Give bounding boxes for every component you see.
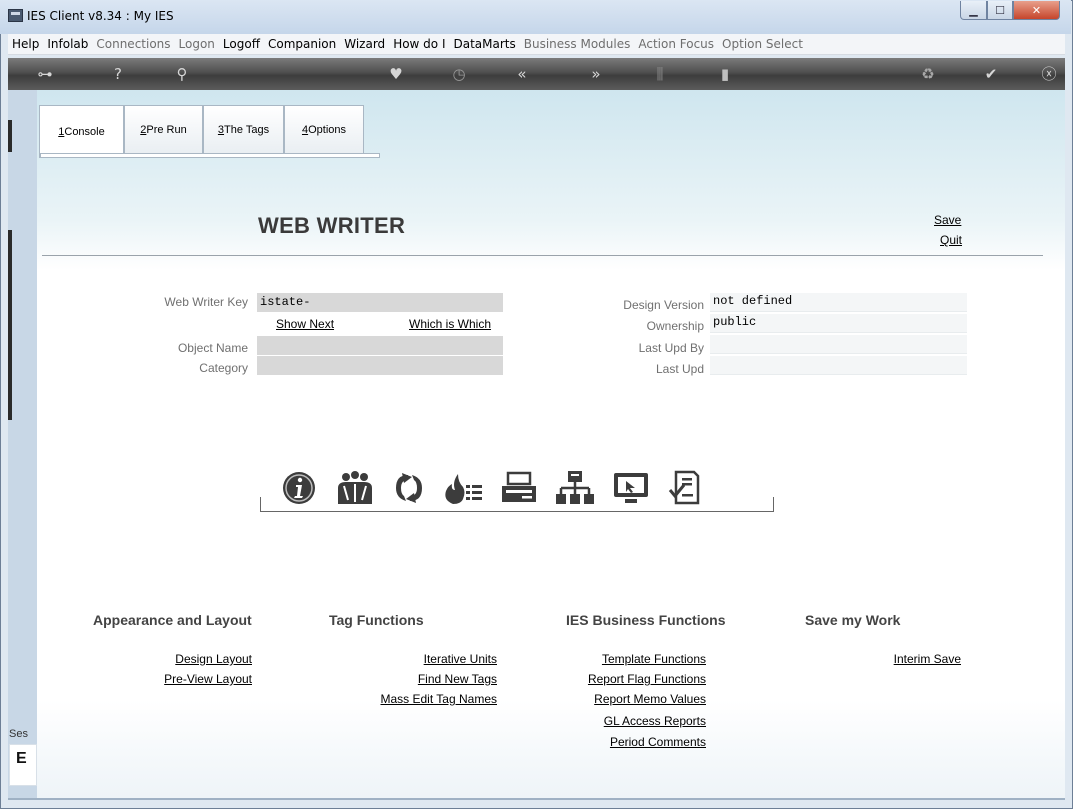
ownership-field[interactable]: public [710,314,967,333]
template-functions-link[interactable]: Template Functions [540,652,706,666]
menu-logoff[interactable]: Logoff [223,37,260,51]
menu-wizard[interactable]: Wizard [344,37,385,51]
gl-access-reports-link[interactable]: GL Access Reports [540,714,706,728]
last-upd-by-label: Last Upd By [638,341,704,355]
tab-pre-run[interactable]: 2 Pre Run [124,105,203,154]
ownership-label: Ownership [646,319,704,333]
menu-how-do-i[interactable]: How do I [393,37,445,51]
tab-underline [40,153,380,158]
menu-companion[interactable]: Companion [268,37,336,51]
window-title: IES Client v8.34 : My IES [27,9,174,23]
report-memo-values-link[interactable]: Report Memo Values [540,692,706,706]
pre-view-layout-link[interactable]: Pre-View Layout [120,672,252,686]
save-link[interactable]: Save [934,213,961,227]
monitor-icon[interactable] [610,470,652,506]
strip-mark [8,120,12,152]
forward-icon[interactable]: » [584,65,608,83]
refresh-icon[interactable] [388,470,430,506]
hierarchy-icon[interactable] [554,470,596,506]
iterative-units-link[interactable]: Iterative Units [330,652,497,666]
appearance-section-title: Appearance and Layout [93,612,252,628]
header-divider [42,255,1043,256]
menu-business-modules[interactable]: Business Modules [524,37,631,51]
back-icon[interactable]: « [510,65,534,83]
object-name-field[interactable] [257,336,503,355]
search-icon[interactable]: ⚲ [172,65,192,83]
session-label: Ses [9,728,28,740]
menu-logon[interactable]: Logon [179,37,215,51]
menu-connections[interactable]: Connections [96,37,170,51]
period-comments-link[interactable]: Period Comments [540,735,706,749]
tag-functions-section-title: Tag Functions [329,612,424,628]
left-side-strip [8,90,37,798]
printer-icon[interactable] [498,470,540,506]
quit-link[interactable]: Quit [940,233,962,247]
find-new-tags-link[interactable]: Find New Tags [330,672,497,686]
web-writer-key-field[interactable]: istate- [257,293,503,312]
checklist-icon[interactable] [664,470,706,506]
show-next-link[interactable]: Show Next [276,317,334,331]
menu-action-focus[interactable]: Action Focus [638,37,714,51]
maximize-button[interactable]: ☐ [987,1,1013,20]
object-name-label: Object Name [177,341,248,355]
business-section-title: IES Business Functions [566,612,726,628]
bottom-edge [8,798,1065,800]
menu-option-select[interactable]: Option Select [722,37,803,51]
tab-console[interactable]: 1 Console [39,105,124,158]
mass-edit-tag-names-link[interactable]: Mass Edit Tag Names [330,692,498,706]
minimize-icon: ▁ [969,3,978,17]
toolbar: ⊶ ? ⚲ ♥ ◷ « » ⫼ ▮ ♻ ✔ ⓧ [8,58,1065,90]
close-window-button[interactable]: ✕ [1013,1,1060,20]
category-label: Category [199,361,248,375]
document-icon[interactable]: ▮ [715,65,735,83]
save-my-work-section-title: Save my Work [805,612,901,628]
users-icon[interactable] [334,470,376,506]
last-upd-label: Last Upd [655,362,704,376]
app-icon[interactable] [8,9,23,22]
report-flag-functions-link[interactable]: Report Flag Functions [540,672,706,686]
close-icon[interactable]: ⓧ [1039,65,1059,83]
fire-list-icon[interactable] [442,470,484,506]
session-glyph: E [16,750,27,767]
info-icon[interactable] [278,470,320,506]
minimize-button[interactable]: ▁ [960,1,987,20]
recycle-icon[interactable]: ♻ [918,65,938,83]
which-is-which-link[interactable]: Which is Which [409,317,491,331]
menu-bar: Help Infolab Connections Logon Logoff Co… [8,34,1065,55]
clock-icon[interactable]: ◷ [449,65,469,83]
menu-help[interactable]: Help [12,37,39,51]
web-writer-key-label: Web Writer Key [164,295,248,309]
page-title: WEB WRITER [258,213,406,238]
design-version-field[interactable]: not defined [710,293,967,312]
close-icon: ✕ [1031,3,1042,17]
heart-icon[interactable]: ♥ [386,65,406,83]
design-layout-link[interactable]: Design Layout [120,652,252,666]
last-upd-field[interactable] [710,356,967,375]
last-upd-by-field[interactable] [710,335,967,354]
stats-icon[interactable]: ⫼ [650,65,670,83]
tab-the-tags[interactable]: 3 The Tags [203,105,284,154]
maximize-icon: ☐ [995,3,1005,17]
tab-options[interactable]: 4 Options [284,105,364,154]
design-version-label: Design Version [623,298,704,312]
interim-save-link[interactable]: Interim Save [820,652,961,666]
strip-mark [8,230,12,420]
key-icon[interactable]: ⊶ [30,65,60,83]
menu-infolab[interactable]: Infolab [47,37,88,51]
category-field[interactable] [257,356,503,375]
help-icon[interactable]: ? [108,65,128,83]
menu-datamarts[interactable]: DataMarts [454,37,516,51]
check-icon[interactable]: ✔ [981,65,1001,83]
